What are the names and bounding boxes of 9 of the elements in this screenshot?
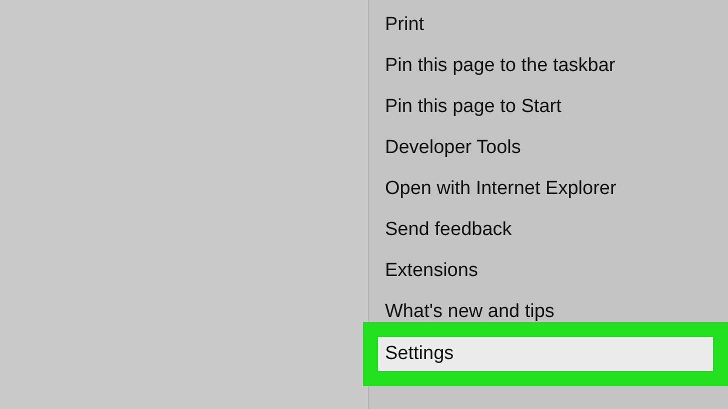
menu-item[interactable]: Extensions xyxy=(369,261,728,281)
menu-item[interactable]: Developer Tools xyxy=(369,138,728,158)
menu-item[interactable]: Settings xyxy=(363,322,728,386)
menu-item[interactable]: Pin this page to Start xyxy=(369,97,728,117)
menu-item[interactable]: Print xyxy=(369,15,728,35)
menu-item[interactable]: Pin this page to the taskbar xyxy=(369,56,728,76)
menu-item[interactable]: Send feedback xyxy=(369,220,728,240)
menu-item[interactable]: What's new and tips xyxy=(369,302,728,322)
menu-item[interactable]: Open with Internet Explorer xyxy=(369,179,728,199)
